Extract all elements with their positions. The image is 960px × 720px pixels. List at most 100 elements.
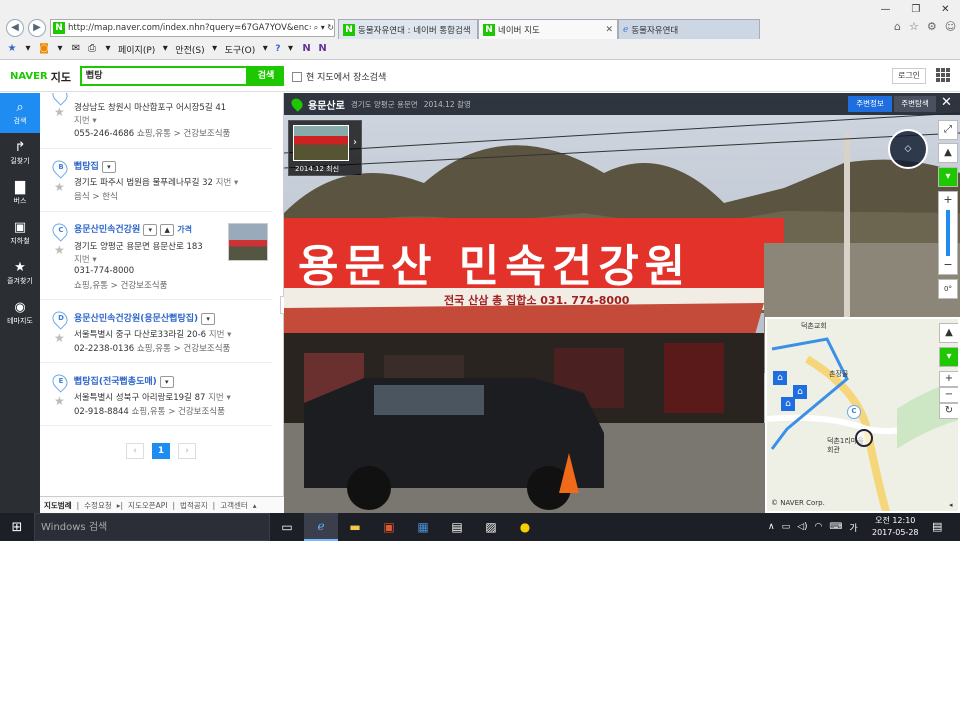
nav-favorites[interactable]: ★ 즐겨찾기	[0, 253, 40, 293]
result-name[interactable]: 뻡탕집(전국뻡총도매) ▾	[74, 374, 174, 388]
result-detail[interactable]: 지번	[208, 393, 224, 403]
chevron-up-icon[interactable]: ∧	[768, 522, 775, 532]
nav-bus[interactable]: ▇ 버스	[0, 173, 40, 213]
onenote-icon[interactable]: N	[301, 43, 313, 55]
forward-icon[interactable]: ▶	[28, 19, 46, 37]
home-marker-icon[interactable]: ⌂	[793, 385, 807, 399]
list-item[interactable]: ★ 경상남도 창원시 마산합포구 어시장5길 41 지번 ▾ 055-246-4…	[40, 93, 272, 149]
refresh-icon[interactable]: ↻	[939, 403, 958, 419]
location-marker-icon[interactable]: ▾	[939, 347, 958, 367]
keyboard-icon[interactable]: ⌨	[829, 522, 842, 532]
checkbox-icon[interactable]	[292, 71, 302, 82]
zoom-in-icon[interactable]: +	[939, 192, 957, 208]
zoom-in-icon[interactable]: +	[939, 371, 958, 387]
notification-icon[interactable]: ▤	[932, 520, 942, 533]
result-name[interactable]: 뻡탕집 ▾	[74, 159, 116, 173]
url-text[interactable]: http://map.naver.com/index.nhn?query=67G…	[68, 23, 311, 33]
photos-icon[interactable]: ▨	[474, 513, 508, 541]
favorite-star-icon[interactable]: ★	[54, 394, 65, 408]
result-detail[interactable]: 지번	[216, 178, 232, 188]
legal-link[interactable]: 법적공지	[180, 500, 208, 511]
close-tab-icon[interactable]: ✕	[605, 25, 613, 35]
nav-theme-map[interactable]: ◉ 테마지도	[0, 293, 40, 333]
favorite-star-icon[interactable]: ★	[54, 331, 65, 345]
wifi-icon[interactable]: ◠	[815, 522, 823, 532]
result-name[interactable]: 용문산민속건강원(용문산뻡탕집) ▾	[74, 311, 216, 325]
streetview-panel[interactable]: 용문산 민속건강원 전국 산삼 총 집합소 031. 774-8000 용문산로…	[284, 93, 960, 513]
tools-menu[interactable]: 도구(O)	[225, 43, 256, 56]
mail-icon[interactable]: ✉	[70, 43, 82, 55]
list-item[interactable]: D ★ 용문산민속건강원(용문산뻡탕집) ▾ 서울특별시 중구 다산로33라길 2…	[40, 301, 272, 363]
page-1-button[interactable]: 1	[152, 443, 170, 459]
safety-menu[interactable]: 안전(S)	[175, 43, 204, 56]
compass-control[interactable]: ◇	[888, 129, 928, 169]
streetview-person-icon[interactable]: ▲	[938, 143, 958, 163]
zoom-out-icon[interactable]: −	[939, 387, 958, 403]
tab-naver-map[interactable]: N 네이버 지도 ✕	[478, 19, 618, 39]
minimap-resize-icon[interactable]: ◂	[949, 501, 953, 509]
address-bar[interactable]: N http://map.naver.com/index.nhn?query=6…	[50, 19, 335, 37]
volume-icon[interactable]: ◁)	[797, 522, 807, 532]
home-marker-icon[interactable]: ⌂	[773, 371, 787, 385]
price-link[interactable]: 가격	[177, 225, 192, 234]
onenote-send-icon[interactable]: N	[317, 43, 329, 55]
prev-page-button[interactable]: ‹	[126, 443, 144, 459]
naver-logo[interactable]: NAVER	[10, 71, 48, 82]
result-detail[interactable]: 지번 ▾	[74, 114, 97, 126]
dropdown-icon[interactable]: ▾	[22, 43, 34, 55]
zoom-out-icon[interactable]: −	[939, 258, 957, 272]
minimize-button[interactable]: —	[880, 4, 890, 15]
ime-indicator[interactable]: 가	[849, 521, 857, 534]
list-item[interactable]: C ★ 용문산민속건강원 ▾ ▲ 가격 경기도 양평군 용문면 용문산로 183 지번…	[40, 213, 272, 300]
location-marker-icon[interactable]: ▾	[938, 167, 958, 187]
page-menu[interactable]: 페이지(P)	[118, 43, 155, 56]
tab-search[interactable]: N 동물자유연대 : 네이버 통합검색	[338, 19, 478, 39]
dropdown-icon[interactable]: ▾	[54, 43, 66, 55]
dropdown-icon[interactable]: ▾	[209, 43, 221, 55]
here-search-toggle[interactable]: 현 지도에서 장소검색	[292, 70, 386, 83]
rss-icon[interactable]: ◙	[38, 43, 50, 55]
dropdown-icon[interactable]: ▾	[102, 43, 114, 55]
favorite-star-icon[interactable]: ★	[54, 105, 65, 119]
tab-animal[interactable]: ℯ 동물자유연대	[618, 19, 760, 39]
next-page-button[interactable]: ›	[178, 443, 196, 459]
nav-subway[interactable]: ▣ 지하철	[0, 213, 40, 253]
clock[interactable]: 오전 12:10 2017-05-28	[872, 515, 919, 539]
api-link[interactable]: 지도오픈API	[128, 500, 167, 511]
app-icon[interactable]: ▦	[406, 513, 440, 541]
restore-button[interactable]: ❐	[911, 4, 920, 15]
powerpoint-icon[interactable]: ▣	[372, 513, 406, 541]
chevron-right-icon[interactable]: ›	[353, 137, 357, 148]
list-item[interactable]: E ★ 뻡탕집(전국뻡총도매) ▾ 서울특별시 성북구 아리랑로19길 87 지번…	[40, 364, 272, 426]
favorites-icon[interactable]: ☆	[909, 20, 919, 33]
legend-link[interactable]: 지도범례	[44, 500, 72, 511]
taskbar-search[interactable]: Windows 검색	[34, 513, 270, 541]
support-link[interactable]: 고객센터	[220, 500, 248, 511]
favorite-star-icon[interactable]: ★	[54, 180, 65, 194]
map-title[interactable]: 지도	[51, 69, 71, 85]
smiley-icon[interactable]: ☺	[945, 20, 956, 33]
nav-directions[interactable]: ↱ 길찾기	[0, 133, 40, 173]
battery-icon[interactable]: ▭	[782, 522, 791, 532]
result-detail[interactable]: 지번 ▾	[74, 253, 97, 265]
search-refresh-icon[interactable]: ⌕ ▾ ↻	[314, 23, 334, 33]
apps-grid-icon[interactable]	[936, 68, 950, 82]
back-icon[interactable]: ◀	[6, 19, 24, 37]
streetview-person-icon[interactable]: ▲	[939, 323, 958, 343]
home-marker-icon[interactable]: ⌂	[781, 397, 795, 411]
result-marker[interactable]: C	[847, 405, 861, 419]
search-button[interactable]: 검색	[248, 66, 284, 86]
result-detail[interactable]: 지번	[209, 330, 225, 340]
dropdown-icon[interactable]: ▾	[259, 43, 271, 55]
login-button[interactable]: 로그인	[892, 68, 926, 84]
dropdown-icon[interactable]: ▾	[159, 43, 171, 55]
dropdown-icon[interactable]: ▾	[285, 43, 297, 55]
nearby-search-button[interactable]: 주변정보	[848, 96, 892, 112]
file-explorer-icon[interactable]: ▬	[338, 513, 372, 541]
past-photo-thumbnail[interactable]	[293, 125, 349, 161]
help-menu[interactable]: ?	[275, 44, 280, 54]
nearby-info-button[interactable]: 주변탐색	[894, 96, 936, 112]
gear-icon[interactable]: ⚙	[927, 20, 937, 33]
print-icon[interactable]: ⎙	[86, 43, 98, 55]
viewpoint-marker-icon[interactable]	[855, 429, 873, 447]
